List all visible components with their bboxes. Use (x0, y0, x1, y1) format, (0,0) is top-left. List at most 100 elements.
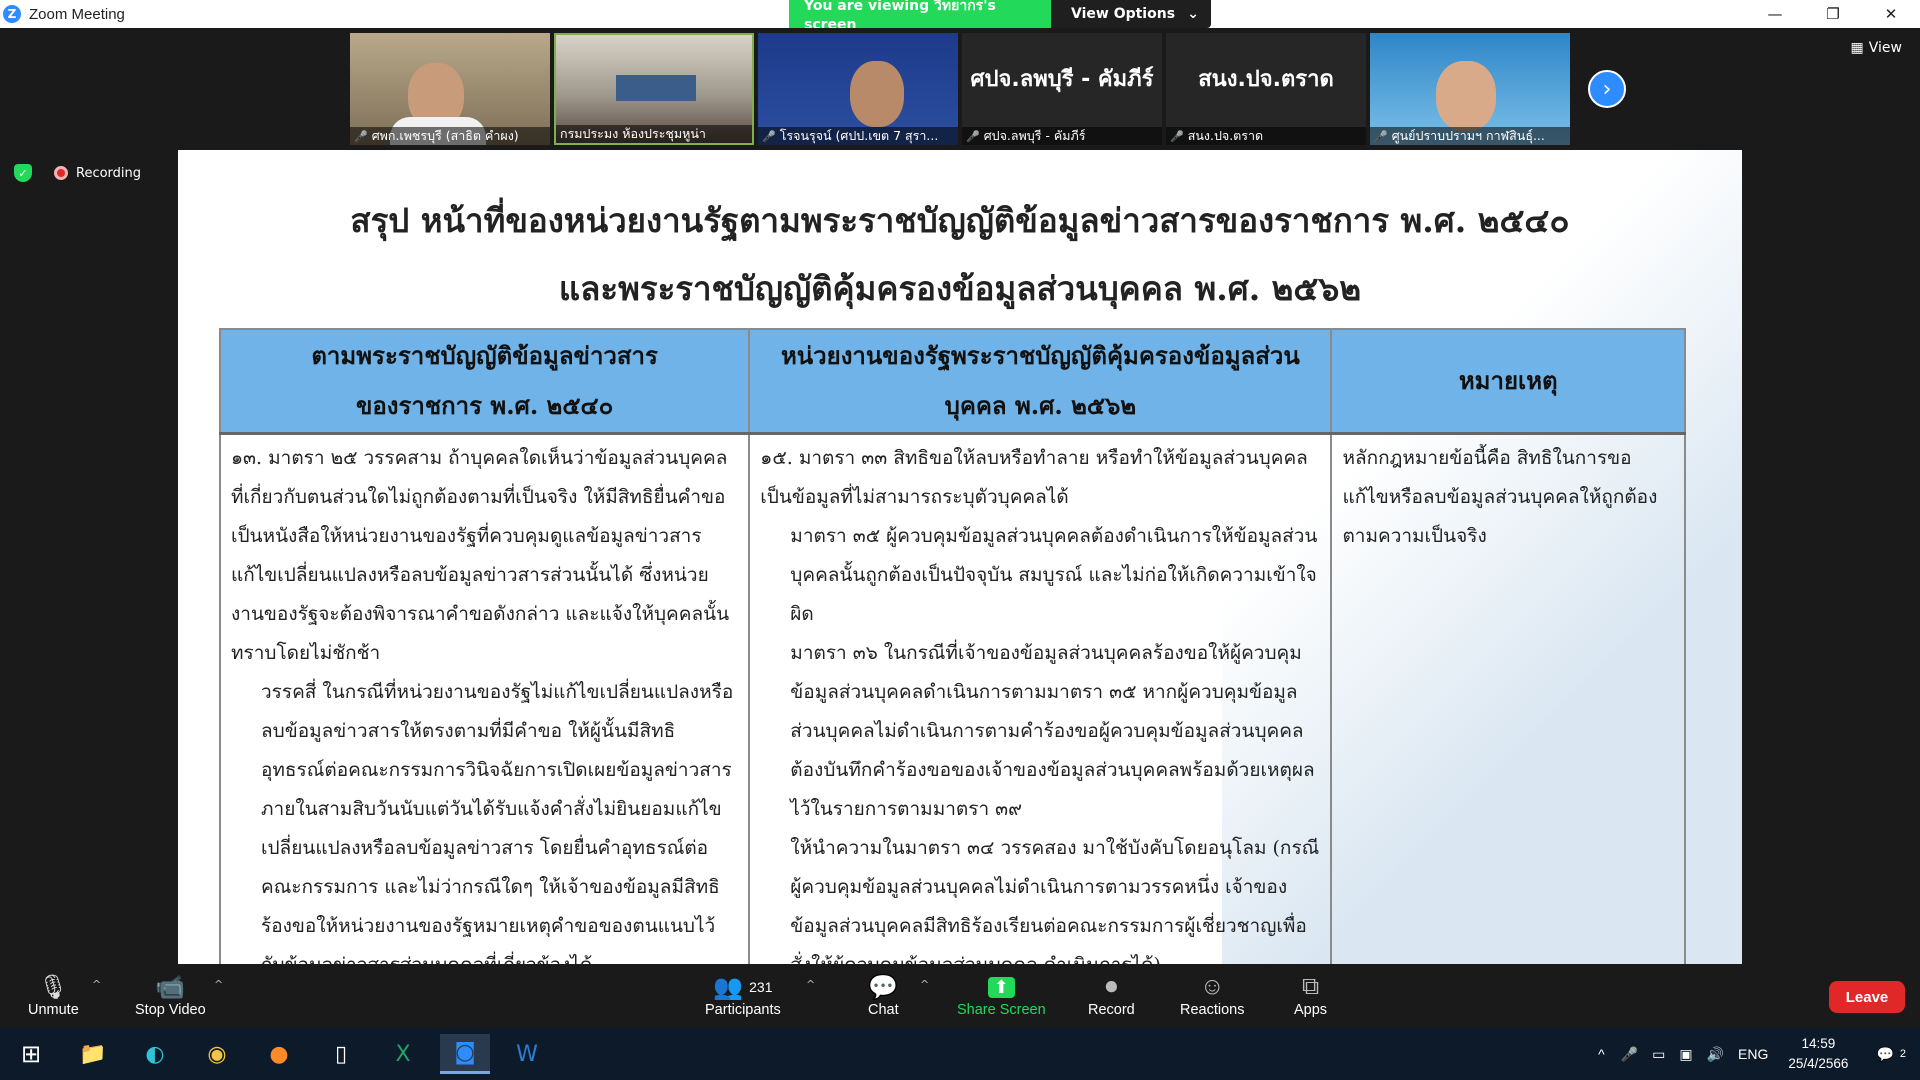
record-icon: ⏺ (1105, 973, 1118, 1000)
paragraph: มาตรา ๓๕ ผู้ควบคุมข้อมูลส่วนบุคคลต้องดำเ… (790, 524, 1318, 625)
shield-check-icon: ✓ (14, 164, 32, 182)
meeting-controls: 🎙 Unmute ^ 📹 Stop Video ^ 👥 231 Participa… (0, 964, 1920, 1028)
clock[interactable]: 14:59 25/4/2566 (1788, 1034, 1848, 1074)
table-header-row: ตามพระราชบัญญัติข้อมูลข่าวสาร ของราชการ … (218, 328, 1686, 434)
share-screen-label: Share Screen (957, 1002, 1046, 1018)
file-explorer-icon[interactable]: 📁 (68, 1034, 118, 1074)
share-screen-button[interactable]: ⬆ Share Screen (957, 972, 1046, 1018)
table-cell: ๑๕. มาตรา ๓๓ สิทธิขอให้ลบหรือทำลาย หรือท… (748, 431, 1333, 964)
notepad-icon[interactable]: ▯ (316, 1034, 366, 1074)
apps-label: Apps (1294, 1002, 1328, 1018)
leave-button[interactable]: Leave (1829, 981, 1905, 1013)
participant-tile[interactable]: 🎤 ศพก.เพชรบุรี (สาธิต คำผง) (350, 33, 550, 145)
zoom-taskbar-icon[interactable]: ◙ (440, 1034, 490, 1074)
windows-start-icon[interactable]: ⊞ (6, 1034, 56, 1074)
slide-title-line2: และพระราชบัญญัติคุ้มครองข้อมูลส่วนบุคคล … (558, 269, 1362, 308)
recording-dot-icon (54, 166, 68, 180)
zoom-logo-icon: Z (3, 5, 21, 23)
recording-label: Recording (76, 165, 142, 181)
table-header-cell: ตามพระราชบัญญัติข้อมูลข่าวสาร ของราชการ … (218, 328, 751, 434)
view-label: View (1868, 40, 1902, 56)
paragraph: วรรคสี่ ในกรณีที่หน่วยงานของรัฐไม่แก้ไขเ… (261, 680, 734, 965)
stop-video-button[interactable]: 📹 Stop Video (135, 972, 206, 1019)
firefox-browser-icon[interactable]: ● (254, 1034, 304, 1074)
participant-tile[interactable]: สนง.ปจ.ตราด 🎤 สนง.ปจ.ตราด (1166, 33, 1366, 145)
table-cell: หลักกฎหมายข้อนี้คือ สิทธิในการขอแก้ไขหรื… (1330, 431, 1686, 964)
paragraph: ๑๓. มาตรา ๒๕ วรรคสาม ถ้าบุคคลใดเห็นว่าข้… (231, 446, 730, 664)
notification-icon[interactable]: 💬 (1876, 1046, 1893, 1063)
recording-indicator[interactable]: ✓ Recording (14, 164, 141, 182)
participant-display-name: ศปจ.ลพบุรี - คัมภีร์ (970, 67, 1154, 92)
chevron-down-icon: ⌄ (1187, 6, 1199, 22)
restore-button[interactable]: ❐ (1804, 0, 1862, 28)
edge-browser-icon[interactable]: ◐ (130, 1034, 180, 1074)
header-line: บุคคล พ.ศ. ๒๕๖๒ (944, 390, 1137, 420)
participant-tile[interactable]: 🎤 ศูนย์ปราบปรามฯ กาฬสินธุ์... (1370, 33, 1570, 145)
audio-options-caret-icon[interactable]: ^ (92, 978, 101, 991)
record-button[interactable]: ⏺ Record (1088, 972, 1135, 1018)
view-button[interactable]: ▦ View (1851, 40, 1902, 56)
notification-count: 2 (1899, 1048, 1906, 1060)
unmute-button[interactable]: 🎙 Unmute (28, 972, 79, 1019)
language-indicator[interactable]: ENG (1738, 1046, 1768, 1062)
video-strip: 🎤 ศพก.เพชรบุรี (สาธิต คำผง) กรมประมง ห้อง… (0, 28, 1920, 148)
share-screen-icon: ⬆ (987, 972, 1015, 1002)
clock-date: 25/4/2566 (1788, 1056, 1849, 1071)
excel-icon[interactable]: X (378, 1034, 428, 1074)
volume-icon[interactable]: 🔊 (1707, 1046, 1724, 1063)
apps-icon: ⧉ (1301, 973, 1320, 1000)
window-controls: — ❐ ✕ (1746, 0, 1920, 28)
network-icon[interactable]: ▣ (1679, 1046, 1692, 1063)
window-title: Zoom Meeting (29, 5, 125, 23)
mic-muted-icon: 🎤 (1374, 129, 1388, 143)
participant-tile[interactable]: 🎤 โรจนรุจน์ (ศปป.เขต 7 สุรา... (758, 33, 958, 145)
chrome-browser-icon[interactable]: ◉ (192, 1034, 242, 1074)
participants-button[interactable]: 👥 231 Participants (705, 972, 781, 1019)
apps-button[interactable]: ⧉ Apps (1294, 972, 1327, 1018)
close-button[interactable]: ✕ (1862, 0, 1920, 28)
chat-button[interactable]: 💬 Chat (868, 972, 899, 1019)
reactions-button[interactable]: ☺ Reactions (1180, 972, 1244, 1018)
chevron-up-icon[interactable]: ^ (1598, 1046, 1605, 1062)
view-options-label: View Options (1071, 6, 1176, 22)
participants-icon: 👥 231 (713, 973, 773, 1001)
participant-name: 🎤 โรจนรุจน์ (ศปป.เขต 7 สุรา... (758, 127, 958, 145)
microphone-tray-icon[interactable]: 🎤 (1621, 1046, 1638, 1063)
word-icon[interactable]: W (502, 1034, 552, 1074)
paragraph: มาตรา ๓๖ ในกรณีที่เจ้าของข้อมูลส่วนบุคคล… (790, 641, 1315, 820)
view-options-button[interactable]: View Options ⌄ (1051, 0, 1211, 28)
mic-muted-icon: 🎙 (38, 973, 69, 1001)
chat-options-caret-icon[interactable]: ^ (920, 978, 929, 991)
participant-tile-active[interactable]: กรมประมง ห้องประชุมหูน่า (554, 33, 754, 145)
participant-count: 231 (749, 979, 773, 995)
paragraph: หลักกฎหมายข้อนี้คือ สิทธิในการขอแก้ไขหรื… (1342, 446, 1658, 547)
participant-display-name: สนง.ปจ.ตราด (1198, 67, 1334, 92)
grid-view-icon: ▦ (1850, 40, 1864, 56)
participant-face (1436, 61, 1496, 131)
participants-label: Participants (705, 1002, 781, 1018)
participant-name: 🎤 ศูนย์ปราบปรามฯ กาฬสินธุ์... (1370, 127, 1570, 145)
mic-muted-icon: 🎤 (1170, 129, 1184, 143)
header-line: หมายเหตุ (1458, 365, 1558, 395)
mic-muted-icon: 🎤 (354, 129, 368, 143)
slide-title-line1: สรุป หน้าที่ของหน่วยงานรัฐตามพระราชบัญญั… (350, 201, 1570, 240)
participant-name: 🎤 สนง.ปจ.ตราด (1166, 127, 1366, 145)
battery-icon[interactable]: ▭ (1652, 1046, 1665, 1063)
shared-screen-slide: สรุป หน้าที่ของหน่วยงานรัฐตามพระราชบัญญั… (178, 150, 1742, 964)
chat-label: Chat (868, 1002, 899, 1018)
next-page-arrow-icon[interactable]: › (1588, 70, 1626, 108)
minimize-button[interactable]: — (1746, 0, 1804, 28)
participants-options-caret-icon[interactable]: ^ (806, 978, 815, 991)
system-tray: ^ 🎤 ▭ ▣ 🔊 ENG 14:59 25/4/2566 💬 2 (1598, 1028, 1920, 1080)
header-line: ตามพระราชบัญญัติข้อมูลข่าวสาร (311, 340, 658, 370)
participant-tile[interactable]: ศปจ.ลพบุรี - คัมภีร์ 🎤 ศปจ.ลพบุรี - คัมภี… (962, 33, 1162, 145)
reactions-label: Reactions (1180, 1002, 1245, 1018)
table-header-cell: หน่วยงานของรัฐพระราชบัญญัติคุ้มครองข้อมู… (748, 328, 1333, 434)
participant-name: 🎤 ศปจ.ลพบุรี - คัมภีร์ (962, 127, 1162, 145)
video-options-caret-icon[interactable]: ^ (214, 978, 223, 991)
smiley-icon: ☺ (1199, 973, 1225, 1000)
participant-name: 🎤 ศพก.เพชรบุรี (สาธิต คำผง) (350, 127, 550, 145)
comparison-table: ตามพระราชบัญญัติข้อมูลข่าวสาร ของราชการ … (218, 328, 1686, 965)
share-banner: You are viewing วิทยากร's screen View Op… (789, 0, 1211, 33)
table-header-cell: หมายเหตุ (1330, 328, 1686, 434)
